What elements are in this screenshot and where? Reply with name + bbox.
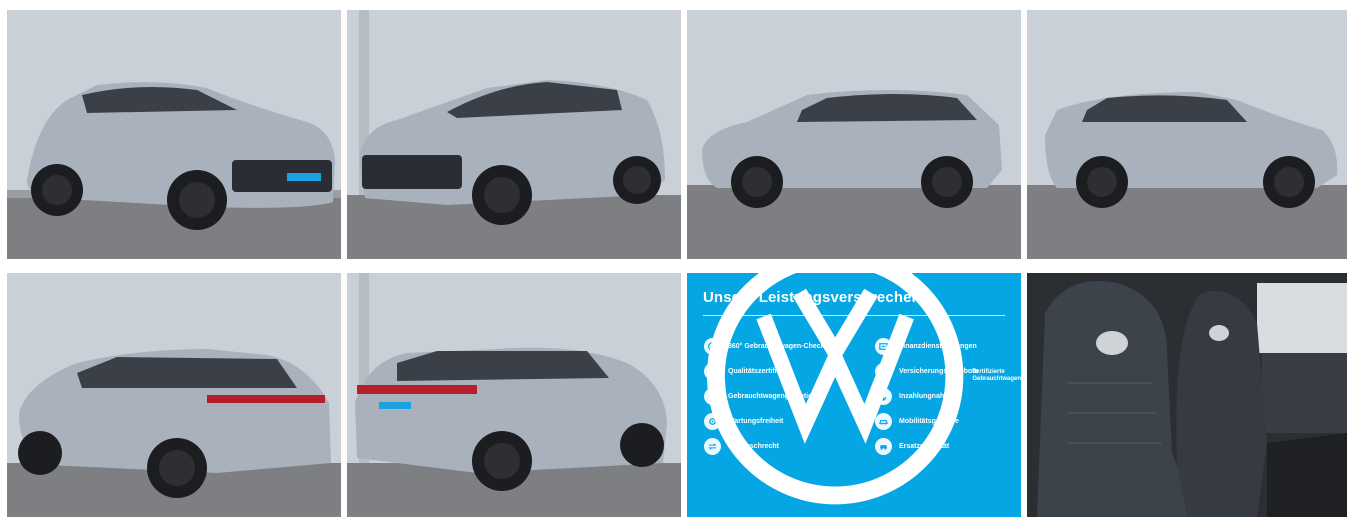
photo-side-left[interactable] xyxy=(687,10,1021,259)
promo-footer-line1: Zertifizierte xyxy=(972,368,1005,375)
photo-rear-right[interactable] xyxy=(347,273,681,517)
car-interior-seats-photo xyxy=(1027,273,1347,517)
vw-logo-icon xyxy=(707,273,964,504)
car-side-left-photo xyxy=(687,10,1021,259)
photo-rear-left[interactable] xyxy=(7,273,341,517)
photo-front-right[interactable] xyxy=(347,10,681,259)
car-front-right-photo xyxy=(347,10,681,259)
car-side-right-photo xyxy=(1027,10,1347,259)
promo-footer: Zertifizierte Gebrauchtwagen xyxy=(704,273,1021,507)
photo-side-right[interactable] xyxy=(1027,10,1347,259)
car-front-left-photo xyxy=(7,10,341,259)
promo-tile: Unsere Leistungsversprechen 360° Gebrauc… xyxy=(687,273,1021,517)
car-rear-right-photo xyxy=(347,273,681,517)
photo-interior-seats[interactable] xyxy=(1027,273,1347,517)
photo-gallery: Unsere Leistungsversprechen 360° Gebrauc… xyxy=(0,0,1355,517)
car-rear-left-photo xyxy=(7,273,341,517)
photo-front-left[interactable] xyxy=(7,10,341,259)
promo-footer-line2: Gebrauchtwagen xyxy=(972,375,1021,382)
